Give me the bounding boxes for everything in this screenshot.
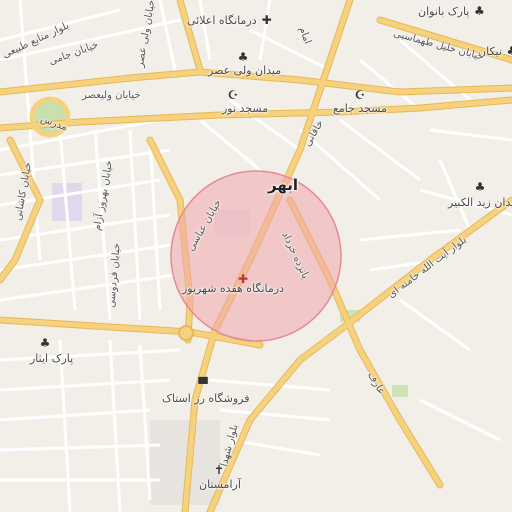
map-view[interactable]: ابهر درمانگاه هفده شهریور ✚ درمانگاه اعل… <box>0 0 512 512</box>
city-label: ابهر <box>268 176 299 194</box>
poi-hospital-18[interactable]: درمانگاه هفده شهریور <box>182 282 284 295</box>
poi-park-isar[interactable]: پارک ایثار <box>30 352 73 365</box>
poi-label: پارک بانوان <box>418 4 470 18</box>
poi-square-zeid[interactable]: میدان زید الکبیر <box>448 196 512 209</box>
poi-label: میدان زید الکبیر <box>448 196 512 209</box>
shop-icon: ▀ <box>198 377 208 391</box>
park-icon: ♣ <box>237 50 249 64</box>
road-label-valiasr: خیابان ولیعصر <box>82 90 141 101</box>
poi-label: پارک ایثار <box>30 352 74 365</box>
park-green-2 <box>392 385 408 397</box>
park-icon: ♣ <box>473 4 485 18</box>
poi-aramestan[interactable]: آرامستان <box>199 478 241 491</box>
mosque-icon: ☪ <box>354 88 366 102</box>
poi-store-roz[interactable]: فروشگاه رز استاک <box>162 392 249 405</box>
park-icon: ♣ <box>474 180 486 194</box>
poi-label: فروشگاه رز استاک <box>162 392 250 405</box>
poi-clinic-aali[interactable]: درمانگاه اعلائی ✚ <box>187 13 274 27</box>
poi-mosque-noor[interactable]: مسجد نور <box>222 102 268 115</box>
poi-label: میدان ولی عصر <box>208 64 282 77</box>
location-highlight-circle <box>170 170 342 342</box>
poi-park-banovan[interactable]: پارک بانوان ♣ <box>418 4 486 18</box>
poi-label: مسجد جامع <box>333 102 387 115</box>
poi-mosque-jame[interactable]: مسجد جامع <box>333 102 387 115</box>
poi-square-valiasr[interactable]: میدان ولی عصر <box>208 64 281 77</box>
hospital-icon: ✚ <box>261 13 272 27</box>
mosque-icon: ☪ <box>227 88 239 102</box>
poi-label: آرامستان <box>199 478 241 491</box>
hospital-icon: ✚ <box>237 272 249 286</box>
poi-label: مسجد نور <box>222 102 269 115</box>
park-icon: ♣ <box>506 44 512 58</box>
poi-label: درمانگاه اعلائی <box>187 13 257 27</box>
poi-label: درمانگاه هفده شهریور <box>182 282 285 295</box>
park-icon: ♣ <box>39 336 51 350</box>
